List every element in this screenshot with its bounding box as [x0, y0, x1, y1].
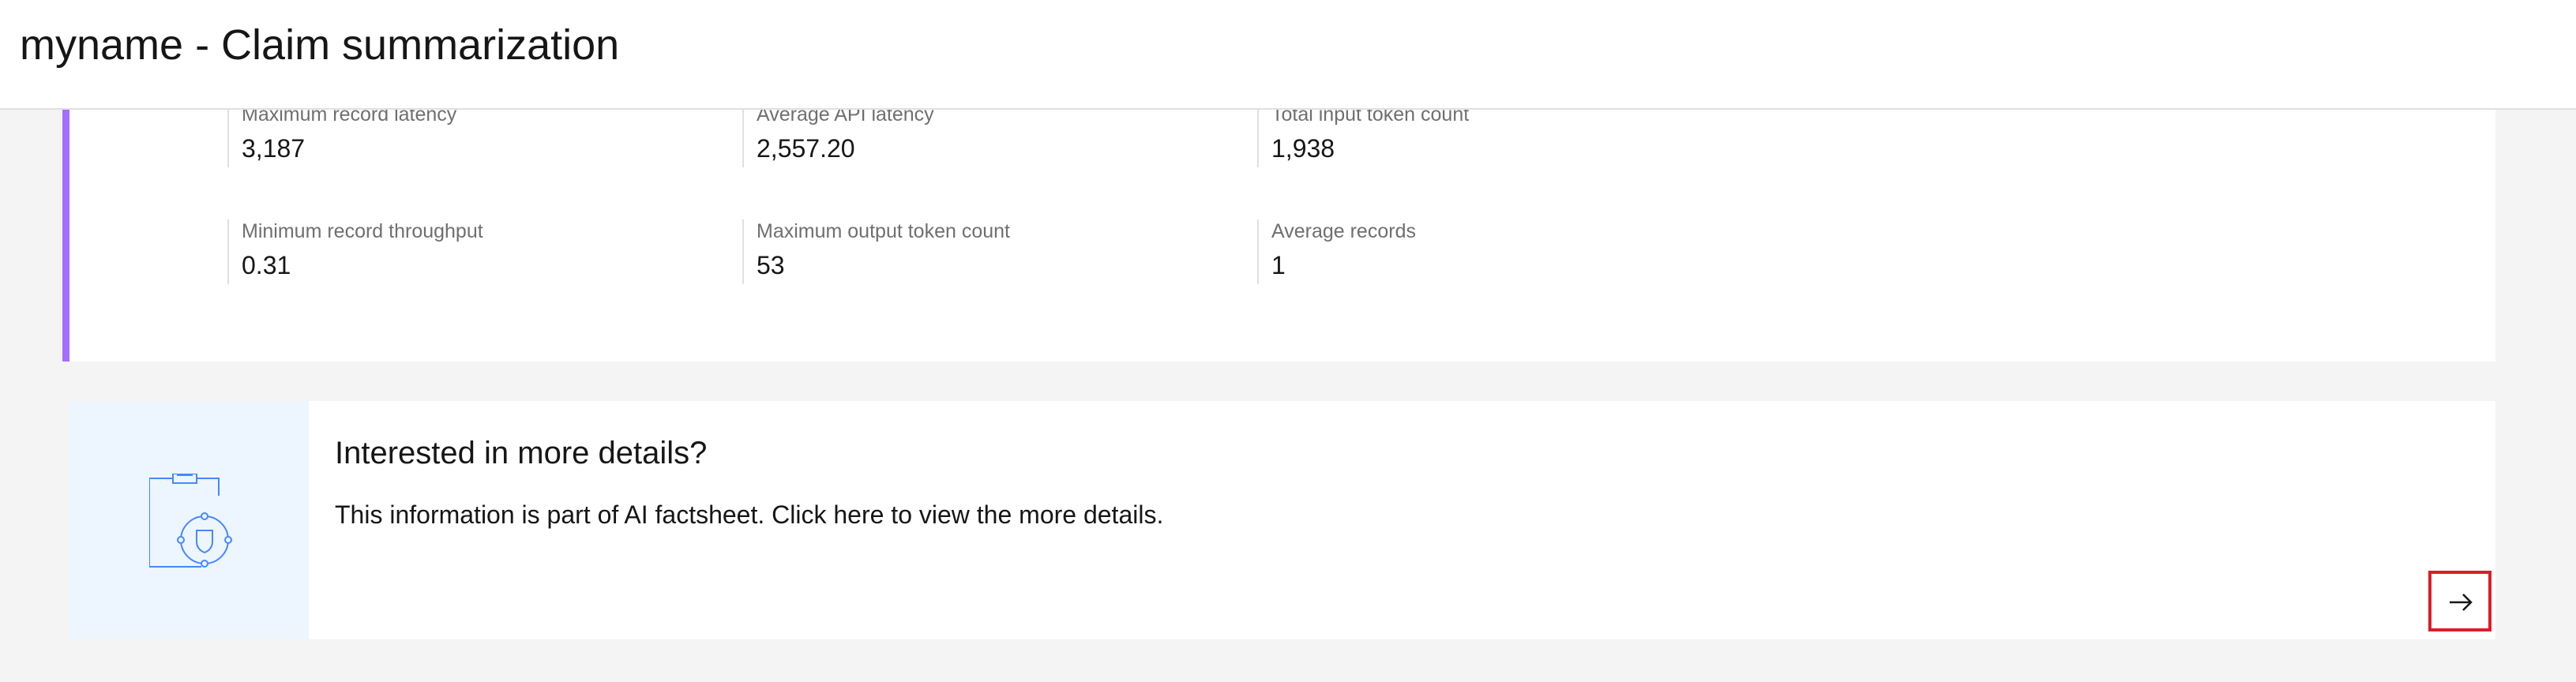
clipboard-shield-icon: [149, 474, 232, 568]
metric-value: 1: [1271, 251, 1286, 279]
details-body: This information is part of AI factsheet…: [335, 500, 1164, 529]
metric-value: 2,557.20: [757, 134, 855, 163]
metric-value: 0.31: [242, 251, 291, 279]
metric-average-api-latency: Average API latency 2,557.20: [742, 103, 1232, 167]
details-illustration: [69, 401, 309, 639]
metric-total-input-token-count: Total input token count 1,938: [1257, 103, 1747, 167]
metric-value: 1,938: [1271, 134, 1335, 163]
metric-maximum-output-token-count: Maximum output token count 53: [742, 219, 1232, 284]
metric-value: 53: [757, 251, 785, 279]
metric-label: Maximum output token count: [757, 220, 1010, 242]
metric-value: 3,187: [242, 134, 306, 163]
details-title: Interested in more details?: [335, 436, 708, 470]
page-title: myname - Claim summarization: [20, 21, 620, 69]
metric-label: Average records: [1271, 220, 1416, 242]
view-details-arrow-button[interactable]: [2428, 571, 2492, 631]
page: Maximum record latency 3,187 Average API…: [0, 0, 2576, 682]
page-header: myname - Claim summarization: [0, 0, 2576, 110]
arrow-right-icon: [2450, 594, 2473, 611]
metric-maximum-record-latency: Maximum record latency 3,187: [227, 103, 717, 167]
metric-minimum-record-throughput: Minimum record throughput 0.31: [227, 219, 717, 284]
metric-label: Minimum record throughput: [242, 220, 483, 242]
factsheet-details-card[interactable]: Interested in more details? This informa…: [69, 401, 2495, 639]
metric-average-records: Average records 1: [1257, 219, 1747, 284]
